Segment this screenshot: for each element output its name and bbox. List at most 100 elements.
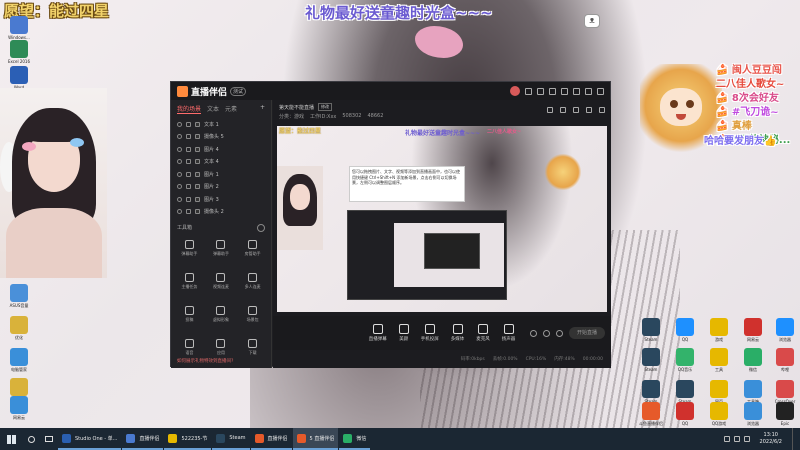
desktop-icon[interactable]: Windows... bbox=[2, 16, 36, 41]
menu-icon[interactable] bbox=[561, 87, 568, 95]
add-icon[interactable]: + bbox=[260, 104, 265, 114]
layer-item[interactable]: 图片 2 bbox=[171, 181, 271, 194]
ime-icon[interactable] bbox=[743, 436, 750, 442]
taskbar-app[interactable]: 直播伴侣 bbox=[250, 428, 292, 450]
lock-icon[interactable] bbox=[186, 209, 191, 215]
lock-icon[interactable] bbox=[186, 134, 191, 140]
control-button[interactable]: 直播弹幕 bbox=[369, 324, 387, 342]
desktop-icon[interactable]: 微信 bbox=[736, 348, 770, 373]
desktop-icon[interactable]: QQ bbox=[668, 402, 702, 427]
start-button[interactable] bbox=[0, 428, 22, 450]
desktop-icon[interactable]: 游戏 bbox=[702, 318, 736, 343]
user-avatar[interactable] bbox=[510, 86, 520, 96]
lock-icon[interactable] bbox=[186, 146, 191, 152]
checkbox[interactable] bbox=[195, 184, 200, 190]
share-icon[interactable] bbox=[573, 107, 579, 113]
search-button[interactable] bbox=[22, 428, 40, 450]
desktop-icon[interactable]: 哔哩 bbox=[768, 348, 800, 373]
settings-icon[interactable] bbox=[525, 87, 532, 95]
tab-element[interactable]: 元素 bbox=[225, 104, 237, 114]
eye-icon[interactable] bbox=[177, 196, 182, 202]
record-icon[interactable] bbox=[530, 329, 537, 337]
control-button[interactable]: 多媒体 bbox=[451, 324, 464, 342]
taskbar-app[interactable]: 直播伴侣 bbox=[122, 428, 164, 450]
layer-item[interactable]: 文本 4 bbox=[171, 156, 271, 169]
control-button[interactable]: 美颜 bbox=[398, 324, 409, 342]
side-tip-link[interactable]: 如何展示礼物特效到直播间? bbox=[177, 358, 233, 364]
desktop-icon[interactable]: QQ游戏 bbox=[702, 402, 736, 427]
tool-button[interactable]: 场景包 bbox=[238, 302, 267, 332]
lock-icon[interactable] bbox=[186, 159, 191, 165]
more-icon[interactable] bbox=[257, 224, 265, 232]
fullscreen-icon[interactable] bbox=[599, 107, 605, 113]
tool-button[interactable]: 主播任务 bbox=[175, 269, 204, 299]
desktop-icon[interactable]: 电脑管家 bbox=[2, 348, 36, 373]
stream-preview[interactable]: 愿望：能过四星 礼物最好送童趣时光盒~~~ 二八佳人歌女~ 您可以拖拽图片、文字… bbox=[277, 126, 607, 312]
tool-button[interactable]: 弹幕助手 bbox=[175, 236, 204, 266]
layer-item[interactable]: 摄像头 2 bbox=[171, 206, 271, 219]
eye-icon[interactable] bbox=[177, 159, 182, 165]
streaming-app-window[interactable]: 直播伴侣 测试 我的场景 文本 元素 + 文本 1 摄像头 5 图片 4 文本 4 图片… bbox=[170, 81, 611, 368]
volume-icon[interactable] bbox=[733, 436, 740, 442]
eye-icon[interactable] bbox=[177, 146, 182, 152]
tool-button[interactable]: 投稿 bbox=[175, 302, 204, 332]
control-button[interactable]: 扬声器 bbox=[502, 324, 515, 342]
layer-item[interactable]: 摄像头 5 bbox=[171, 131, 271, 144]
tool-button[interactable]: 虚拟形象 bbox=[207, 302, 236, 332]
desktop-icon[interactable]: Epic bbox=[768, 402, 800, 427]
checkbox[interactable] bbox=[195, 121, 200, 127]
desktop-icon[interactable]: 工具 bbox=[702, 348, 736, 373]
checkbox[interactable] bbox=[195, 171, 200, 177]
tool-button[interactable]: 下载 bbox=[238, 335, 267, 365]
tab-text[interactable]: 文本 bbox=[207, 104, 219, 114]
layer-item[interactable]: 图片 1 bbox=[171, 168, 271, 181]
eye-icon[interactable] bbox=[177, 209, 182, 215]
maximize-icon[interactable] bbox=[585, 87, 592, 95]
desktop-icon[interactable]: Steam bbox=[634, 348, 668, 373]
tab-scene[interactable]: 我的场景 bbox=[177, 104, 202, 114]
desktop-icon[interactable]: 浏览器 bbox=[736, 402, 770, 427]
gear-icon[interactable] bbox=[556, 329, 563, 337]
task-view-button[interactable] bbox=[40, 428, 58, 450]
taskbar-app[interactable]: Steam bbox=[212, 428, 250, 450]
layer-item[interactable]: 文本 1 bbox=[171, 118, 271, 131]
tool-button[interactable]: 房管助手 bbox=[238, 236, 267, 266]
clock-icon[interactable] bbox=[543, 329, 550, 337]
layout-icon[interactable] bbox=[586, 107, 592, 113]
taskbar-app[interactable]: 522235-节 bbox=[164, 428, 212, 450]
message-icon[interactable] bbox=[537, 87, 544, 95]
eye-icon[interactable] bbox=[177, 184, 182, 190]
lock-icon[interactable] bbox=[186, 196, 191, 202]
layer-item[interactable]: 图片 3 bbox=[171, 193, 271, 206]
app-titlebar[interactable]: 直播伴侣 测试 bbox=[171, 82, 610, 100]
minimize-icon[interactable] bbox=[573, 87, 580, 95]
control-button[interactable]: 麦克风 bbox=[476, 324, 490, 342]
tool-button[interactable]: 弹幕助手 bbox=[207, 236, 236, 266]
checkbox[interactable] bbox=[195, 209, 200, 215]
checkbox[interactable] bbox=[195, 159, 200, 165]
desktop-icon[interactable]: QQ音乐 bbox=[668, 348, 702, 373]
desktop-icon[interactable]: 斗鱼直播伴侣 bbox=[634, 402, 668, 427]
taskbar-app[interactable]: 5 直播伴侣 bbox=[292, 428, 339, 450]
tool-button[interactable]: 视频连麦 bbox=[207, 269, 236, 299]
desktop-icon[interactable]: QQ bbox=[668, 318, 702, 343]
lock-icon[interactable] bbox=[186, 121, 191, 127]
eye-icon[interactable] bbox=[177, 121, 182, 127]
camera-icon[interactable] bbox=[560, 107, 566, 113]
gift-icon[interactable] bbox=[547, 107, 553, 113]
clock[interactable]: 13:10 2022/6/2 bbox=[754, 432, 788, 446]
taskbar-app[interactable]: 微信 bbox=[339, 428, 371, 450]
checkbox[interactable] bbox=[195, 134, 200, 140]
desktop-icon[interactable]: 浏览器 bbox=[768, 318, 800, 343]
desktop-icon[interactable]: 网易云 bbox=[2, 396, 36, 421]
tool-button[interactable]: 多人连麦 bbox=[238, 269, 267, 299]
skin-icon[interactable] bbox=[549, 87, 556, 95]
close-icon[interactable] bbox=[597, 87, 604, 95]
desktop-icon[interactable]: 优化 bbox=[2, 316, 36, 341]
lock-icon[interactable] bbox=[186, 184, 191, 190]
layer-item[interactable]: 图片 4 bbox=[171, 143, 271, 156]
start-live-button[interactable]: 开始直播 bbox=[569, 327, 605, 339]
control-button[interactable]: 手机投屏 bbox=[421, 324, 439, 342]
taskbar-app[interactable]: Studio One - 单... bbox=[58, 428, 122, 450]
desktop-icon[interactable]: Excel 2016 bbox=[2, 40, 36, 65]
